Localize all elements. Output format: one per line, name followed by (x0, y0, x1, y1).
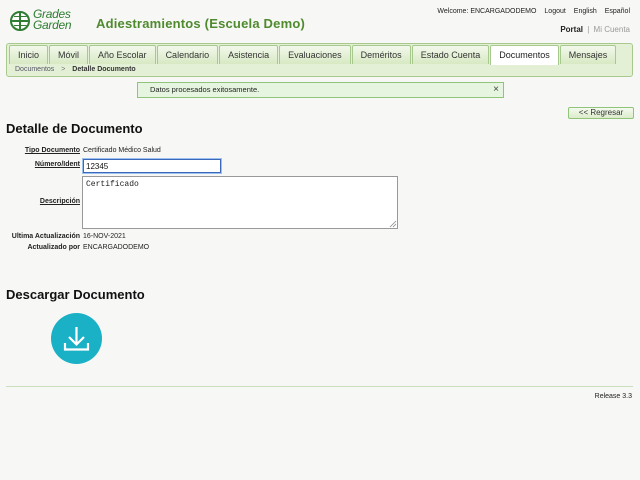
tab-calendario[interactable]: Calendario (156, 45, 219, 64)
descripcion-label: Descripción (39, 198, 80, 205)
mi-cuenta-link[interactable]: Mi Cuenta (594, 25, 630, 34)
release-version: Release 3.3 (594, 393, 632, 400)
numero-ident-input[interactable] (82, 158, 222, 174)
success-alert: Datos procesados exitosamente. × (137, 82, 504, 98)
tab-asistencia[interactable]: Asistencia (219, 45, 279, 64)
close-icon[interactable]: × (493, 83, 499, 97)
breadcrumb-documentos[interactable]: Documentos (15, 66, 54, 73)
footer-divider (6, 386, 633, 387)
page-title: Detalle de Documento (6, 121, 143, 136)
tab-inicio[interactable]: Inicio (9, 45, 49, 64)
welcome-text: Welcome: ENCARGADODEMO (437, 8, 537, 15)
alert-message: Datos procesados exitosamente. (150, 85, 260, 94)
nav-tabs: Inicio Móvil Año Escolar Calendario Asis… (9, 45, 617, 65)
download-button[interactable] (51, 313, 102, 364)
tab-ano-escolar[interactable]: Año Escolar (89, 45, 156, 64)
tab-evaluaciones[interactable]: Evaluaciones (279, 45, 351, 64)
tipo-documento-label: Tipo Documento (24, 147, 80, 154)
tipo-documento-value: Certificado Médico Salud (83, 147, 161, 154)
breadcrumb-separator: > (61, 66, 66, 73)
school-title: Adiestramientos (Escuela Demo) (96, 16, 306, 31)
espanol-link[interactable]: Español (605, 8, 630, 15)
download-heading: Descargar Documento (6, 287, 145, 302)
download-icon (63, 327, 90, 351)
portal-separator: | (587, 25, 590, 34)
main-navigation: Inicio Móvil Año Escolar Calendario Asis… (6, 43, 633, 77)
ultima-actualizacion-value: 16-NOV-2021 (83, 233, 126, 240)
actualizado-por-label: Actualizado por (27, 244, 80, 251)
tab-mensajes[interactable]: Mensajes (559, 45, 617, 64)
portal-link[interactable]: Portal (560, 25, 583, 34)
english-link[interactable]: English (574, 8, 597, 15)
actualizado-por-value: ENCARGADODEMO (83, 244, 150, 251)
tab-demeritos[interactable]: Deméritos (351, 45, 411, 64)
globe-icon (10, 11, 30, 31)
logo-text: Grades Garden (33, 7, 72, 32)
descripcion-textarea[interactable]: Certificado (82, 176, 398, 229)
tab-movil[interactable]: Móvil (49, 45, 89, 64)
breadcrumb-current: Detalle Documento (72, 66, 136, 73)
grades-garden-logo[interactable]: Grades Garden (10, 7, 88, 34)
breadcrumb: Documentos > Detalle Documento (15, 66, 136, 73)
tab-documentos[interactable]: Documentos (490, 45, 559, 65)
resize-grip-icon[interactable] (389, 220, 397, 228)
logout-link[interactable]: Logout (544, 8, 565, 15)
numero-ident-label: Número/Ident (34, 161, 80, 168)
portal-links: Portal | Mi Cuenta (560, 25, 630, 34)
ultima-actualizacion-label: Ultima Actualización (11, 233, 80, 240)
user-links: Welcome: ENCARGADODEMO Logout English Es… (431, 8, 630, 15)
tab-estado-cuenta[interactable]: Estado Cuenta (411, 45, 490, 64)
back-button[interactable]: << Regresar (568, 107, 634, 119)
